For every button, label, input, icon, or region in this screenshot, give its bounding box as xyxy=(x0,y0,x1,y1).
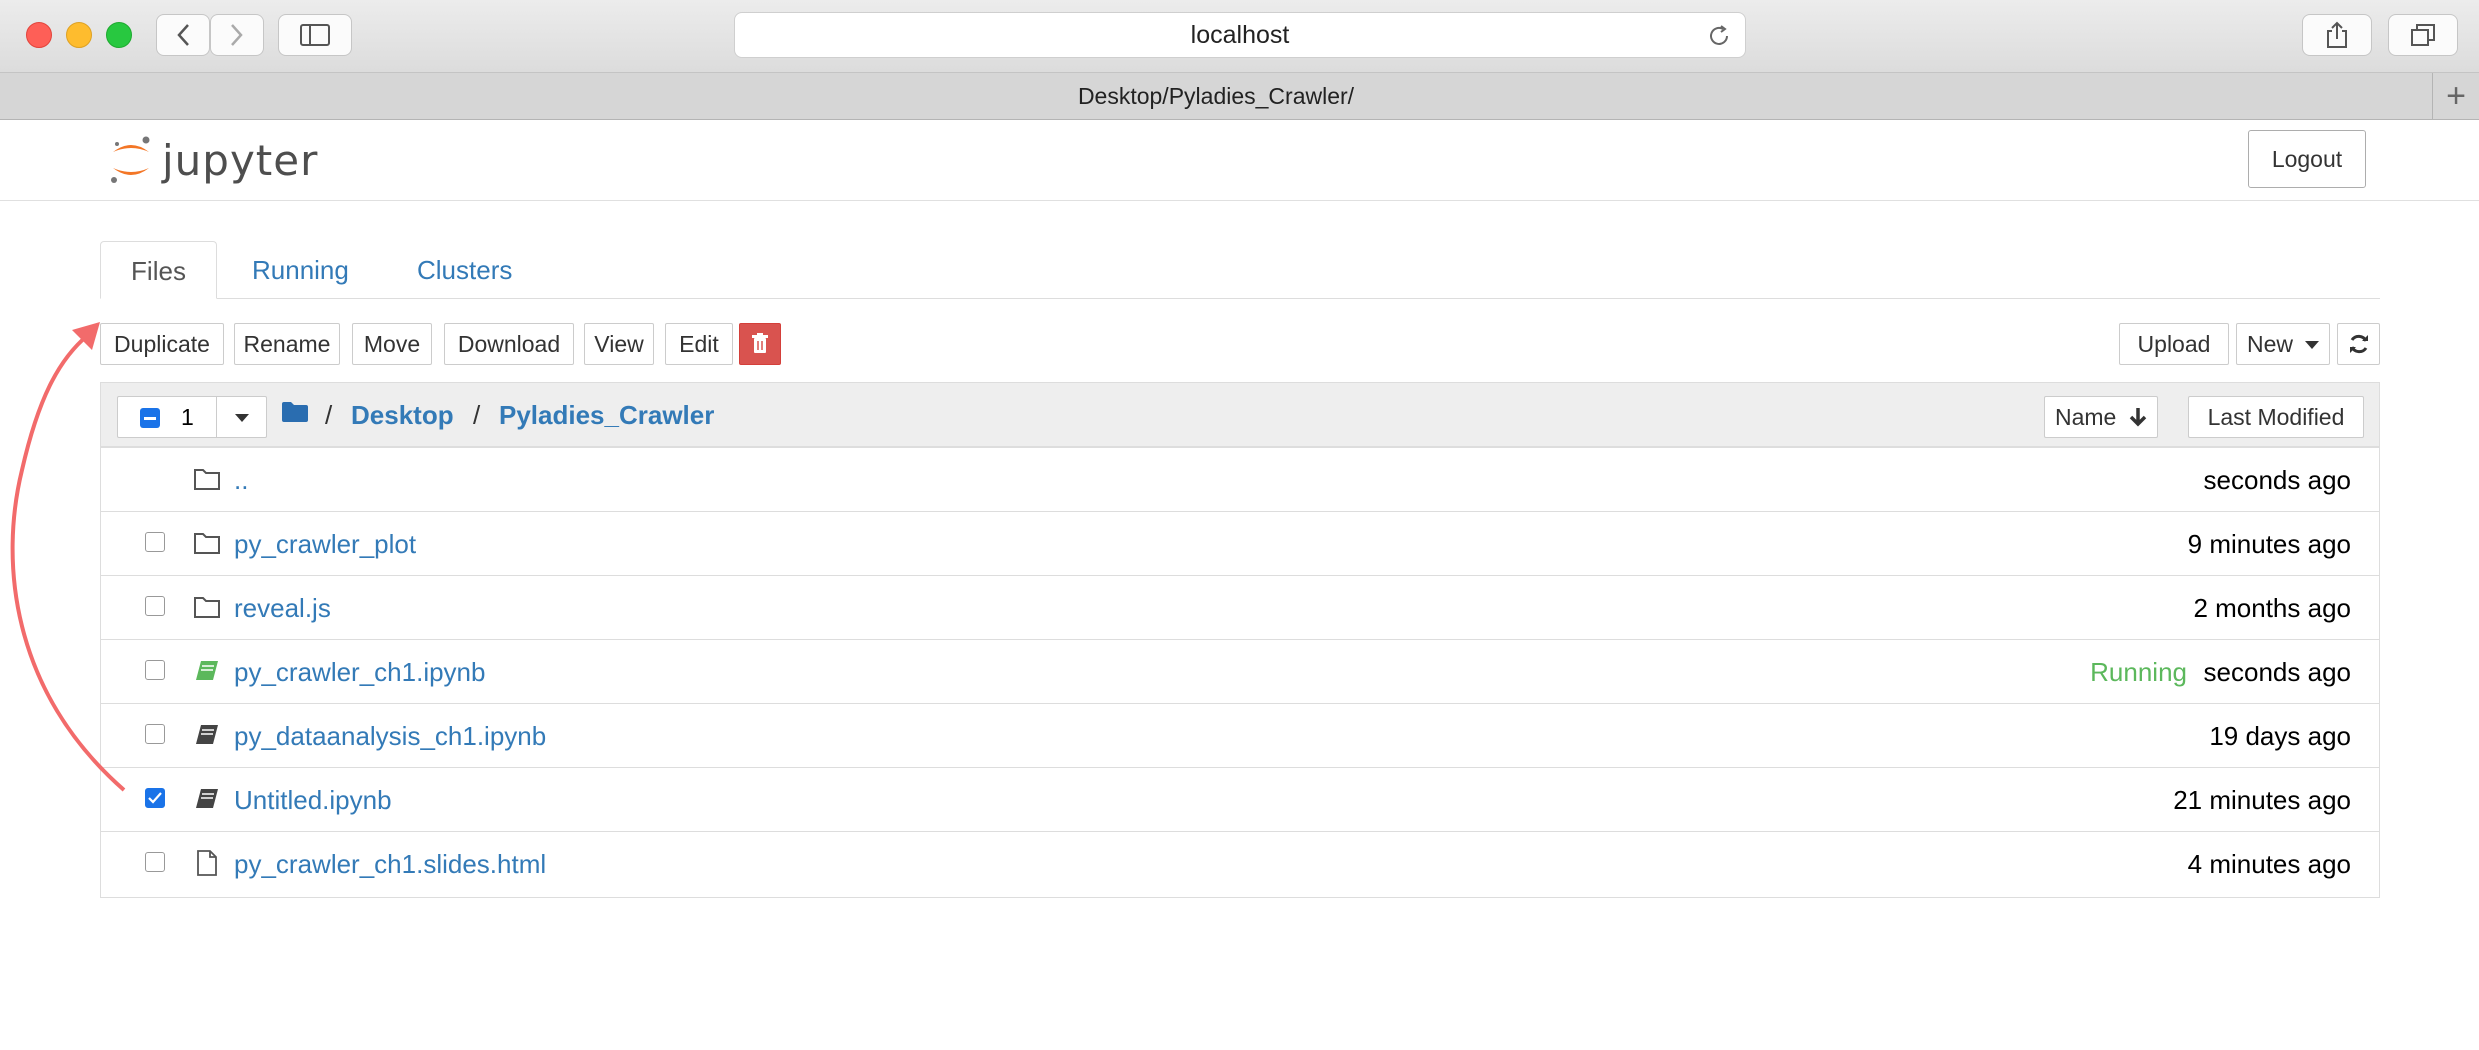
folder-outline-icon xyxy=(194,469,220,490)
caret-down-icon xyxy=(2305,341,2319,349)
row-checkbox[interactable] xyxy=(145,660,165,680)
folder-outline-icon xyxy=(194,597,220,618)
refresh-button[interactable] xyxy=(2337,323,2380,365)
list-item[interactable]: py_crawler_ch1.slides.html 4 minutes ago xyxy=(101,831,2379,895)
share-icon xyxy=(2327,21,2347,48)
logout-button[interactable]: Logout xyxy=(2248,130,2366,188)
select-all-checkbox[interactable] xyxy=(140,408,160,428)
sort-by-modified-button[interactable]: Last Modified xyxy=(2188,396,2364,438)
list-item[interactable]: .. seconds ago xyxy=(101,447,2379,511)
selected-count: 1 xyxy=(181,404,194,430)
list-item[interactable]: py_dataanalysis_ch1.ipynb 19 days ago xyxy=(101,703,2379,767)
file-name[interactable]: py_crawler_ch1.slides.html xyxy=(234,832,546,896)
file-list: 1 / Desktop / Pyladies_Crawler Name Last… xyxy=(100,382,2380,898)
main-tabs: Files Running Clusters xyxy=(100,241,2380,299)
download-button[interactable]: Download xyxy=(444,323,574,365)
sort-by-name-button[interactable]: Name xyxy=(2044,396,2158,438)
tab-files[interactable]: Files xyxy=(100,241,217,299)
list-item[interactable]: py_crawler_ch1.ipynb Running seconds ago xyxy=(101,639,2379,703)
tab-running[interactable]: Running xyxy=(252,241,349,298)
folder-icon[interactable] xyxy=(281,401,309,423)
file-icon xyxy=(197,850,217,876)
notebook-icon xyxy=(196,789,218,808)
file-name[interactable]: reveal.js xyxy=(234,576,331,640)
breadcrumb-separator: / xyxy=(473,400,481,430)
reload-icon[interactable] xyxy=(1707,24,1731,48)
back-button[interactable] xyxy=(156,14,210,56)
list-item[interactable]: reveal.js 2 months ago xyxy=(101,575,2379,639)
file-name[interactable]: py_crawler_plot xyxy=(234,512,416,576)
breadcrumb-separator: / xyxy=(325,400,333,430)
new-tab-button[interactable]: + xyxy=(2432,73,2479,119)
file-modified: seconds ago xyxy=(2203,465,2351,495)
sidebar-toggle-button[interactable] xyxy=(278,14,352,56)
file-name[interactable]: Untitled.ipynb xyxy=(234,768,392,832)
row-checkbox-checked[interactable] xyxy=(145,788,165,808)
row-checkbox[interactable] xyxy=(145,596,165,616)
folder-outline-icon xyxy=(194,533,220,554)
file-name[interactable]: .. xyxy=(234,448,248,512)
breadcrumb-desktop[interactable]: Desktop xyxy=(351,383,454,447)
rename-button[interactable]: Rename xyxy=(234,323,340,365)
close-window-button[interactable] xyxy=(26,22,52,48)
file-list-header: 1 / Desktop / Pyladies_Crawler Name Last… xyxy=(101,383,2379,447)
refresh-icon xyxy=(2349,334,2368,354)
new-dropdown-button[interactable]: New xyxy=(2236,323,2330,365)
file-modified: 2 months ago xyxy=(2193,593,2351,623)
row-checkbox[interactable] xyxy=(145,724,165,744)
file-name[interactable]: py_dataanalysis_ch1.ipynb xyxy=(234,704,546,768)
tab-clusters[interactable]: Clusters xyxy=(417,241,512,298)
minimize-window-button[interactable] xyxy=(66,22,92,48)
checkmark-icon xyxy=(148,792,162,804)
browser-tab-title[interactable]: Desktop/Pyladies_Crawler/ xyxy=(0,73,2432,119)
notebook-running-icon xyxy=(196,661,218,680)
view-button[interactable]: View xyxy=(584,323,654,365)
sort-name-label: Name xyxy=(2055,404,2117,430)
browser-tab-bar: Desktop/Pyladies_Crawler/ + xyxy=(0,73,2479,120)
file-modified: 21 minutes ago xyxy=(2173,785,2351,815)
url-text: localhost xyxy=(1190,21,1290,49)
forward-button[interactable] xyxy=(210,14,264,56)
file-modified: 4 minutes ago xyxy=(2187,849,2351,879)
file-modified: 19 days ago xyxy=(2209,721,2351,751)
jupyter-header: jupyter Logout xyxy=(0,120,2479,201)
show-tabs-button[interactable] xyxy=(2388,14,2458,56)
sidebar-icon xyxy=(300,24,330,46)
chevron-left-icon xyxy=(177,24,189,46)
selection-dropdown-button[interactable] xyxy=(216,397,267,437)
caret-down-icon xyxy=(235,414,249,422)
minus-icon xyxy=(144,417,156,420)
arrow-down-icon xyxy=(2129,408,2147,427)
trash-icon xyxy=(752,333,768,353)
address-bar[interactable]: localhost xyxy=(734,12,1746,58)
tabs-overview-icon xyxy=(2411,24,2435,46)
new-button-label: New xyxy=(2247,331,2294,357)
edit-button[interactable]: Edit xyxy=(665,323,733,365)
browser-toolbar: localhost xyxy=(0,0,2479,73)
move-button[interactable]: Move xyxy=(352,323,432,365)
select-all-group: 1 xyxy=(117,396,267,438)
row-checkbox[interactable] xyxy=(145,532,165,552)
delete-button[interactable] xyxy=(739,323,781,365)
file-modified: 9 minutes ago xyxy=(2187,529,2351,559)
share-button[interactable] xyxy=(2302,14,2372,56)
jupyter-logo-text: jupyter xyxy=(162,135,319,185)
jupyter-logo-icon xyxy=(111,136,150,183)
file-modified: seconds ago xyxy=(2203,657,2351,687)
list-item[interactable]: py_crawler_plot 9 minutes ago xyxy=(101,511,2379,575)
notebook-icon xyxy=(196,725,218,744)
row-checkbox[interactable] xyxy=(145,852,165,872)
chevron-right-icon xyxy=(231,24,243,46)
upload-button[interactable]: Upload xyxy=(2119,323,2229,365)
running-status: Running xyxy=(2090,657,2187,687)
list-item[interactable]: Untitled.ipynb 21 minutes ago xyxy=(101,767,2379,831)
jupyter-logo[interactable]: jupyter xyxy=(108,130,318,190)
duplicate-button[interactable]: Duplicate xyxy=(100,323,224,365)
file-name[interactable]: py_crawler_ch1.ipynb xyxy=(234,640,485,704)
zoom-window-button[interactable] xyxy=(106,22,132,48)
breadcrumb-pyladies-crawler[interactable]: Pyladies_Crawler xyxy=(499,383,714,447)
